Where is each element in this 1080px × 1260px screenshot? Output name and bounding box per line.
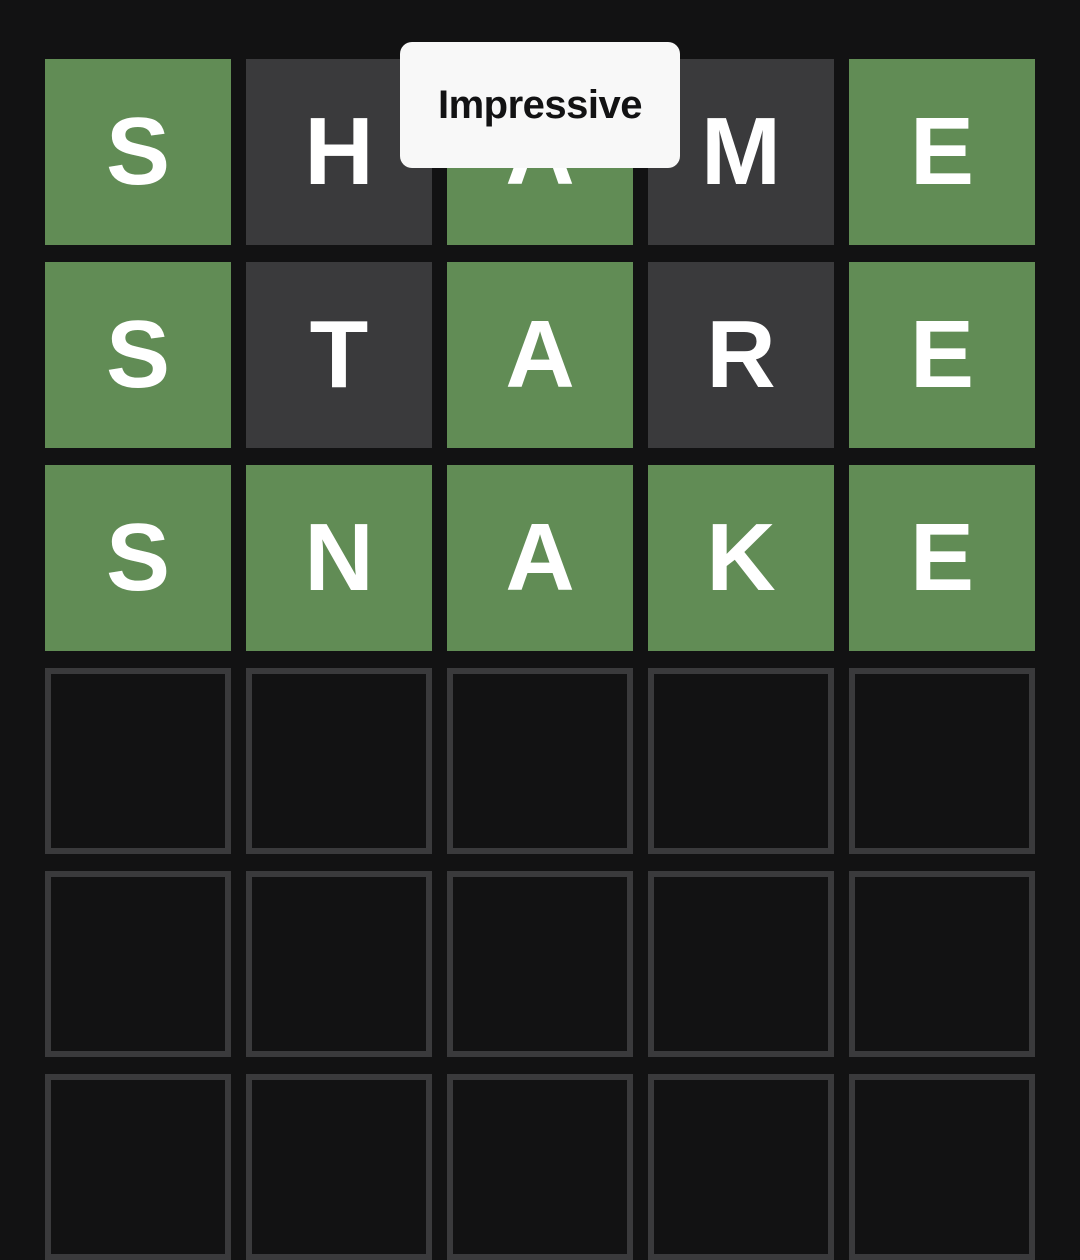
tile-r3-c2: N [246,465,432,651]
tile-r4-c2 [246,668,432,854]
toast-message: Impressive [400,42,680,168]
game-board: SHAMESTARESNAKE [45,59,1035,1260]
tile-r4-c4 [648,668,834,854]
tile-r3-c5: E [849,465,1035,651]
tile-r6-c2 [246,1074,432,1260]
tile-r2-c3: A [447,262,633,448]
tile-r3-c1: S [45,465,231,651]
tile-r1-c1: S [45,59,231,245]
tile-r6-c5 [849,1074,1035,1260]
tile-r4-c3 [447,668,633,854]
tile-r6-c4 [648,1074,834,1260]
tile-r5-c2 [246,871,432,1057]
tile-r5-c4 [648,871,834,1057]
tile-r2-c4: R [648,262,834,448]
tile-r5-c3 [447,871,633,1057]
tile-r2-c5: E [849,262,1035,448]
tile-r5-c1 [45,871,231,1057]
tile-r5-c5 [849,871,1035,1057]
tile-r2-c1: S [45,262,231,448]
tile-r3-c3: A [447,465,633,651]
tile-r1-c5: E [849,59,1035,245]
tile-r2-c2: T [246,262,432,448]
tile-r6-c3 [447,1074,633,1260]
tile-r3-c4: K [648,465,834,651]
tile-r4-c1 [45,668,231,854]
tile-r4-c5 [849,668,1035,854]
tile-r6-c1 [45,1074,231,1260]
